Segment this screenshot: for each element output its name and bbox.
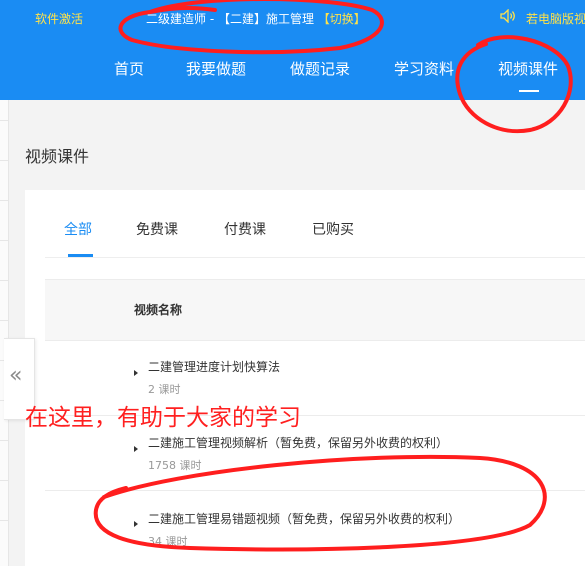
nav-practice[interactable]: 我要做题 (186, 58, 246, 79)
lesson-count: 2 课时 (148, 383, 181, 396)
active-nav-indicator (519, 90, 539, 92)
caret-right-icon (134, 446, 138, 452)
nav-study-materials[interactable]: 学习资料 (394, 58, 454, 79)
course-title[interactable]: 二建施工管理易错题视频（暂免费，保留另外收费的权利） (148, 510, 460, 527)
top-header: 软件激活 二级建造师 - 【二建】施工管理 【切换】 若电脑版视 首页 我要做题… (0, 0, 585, 100)
switch-exam-link[interactable]: 【切换】 (318, 12, 366, 26)
row-divider (45, 490, 585, 491)
caret-right-icon (134, 521, 138, 527)
caret-right-icon (134, 370, 138, 376)
nav-practice-records[interactable]: 做题记录 (290, 58, 350, 79)
tab-paid[interactable]: 付费课 (224, 219, 266, 239)
tab-free[interactable]: 免费课 (136, 219, 178, 239)
double-chevron-left-icon: « (9, 363, 23, 388)
left-sidebar-strip (0, 100, 9, 566)
lesson-count: 1758 课时 (148, 459, 202, 472)
tab-purchased[interactable]: 已购买 (312, 219, 354, 239)
nav-video-courses[interactable]: 视频课件 (498, 58, 558, 79)
activate-software-link[interactable]: 软件激活 (35, 10, 83, 27)
column-header-video-name: 视频名称 (134, 303, 183, 317)
course-title[interactable]: 二建施工管理视频解析（暂免费，保留另外收费的权利） (148, 434, 448, 451)
pc-version-tip[interactable]: 若电脑版视 (526, 10, 585, 27)
exam-title[interactable]: 二级建造师 - 【二建】施工管理 【切换】 (146, 10, 366, 27)
exam-title-text: 二级建造师 - 【二建】施工管理 (146, 12, 318, 26)
nav-home[interactable]: 首页 (114, 58, 144, 79)
course-title[interactable]: 二建管理进度计划快算法 (148, 358, 280, 375)
tabs-divider (45, 257, 585, 258)
speaker-icon[interactable] (500, 9, 516, 23)
page-title: 视频课件 (25, 147, 90, 166)
table-header (45, 279, 585, 341)
annotation-text: 在这里，有助于大家的学习 (25, 405, 301, 431)
tab-all[interactable]: 全部 (64, 219, 92, 239)
lesson-count: 34 课时 (148, 535, 188, 548)
